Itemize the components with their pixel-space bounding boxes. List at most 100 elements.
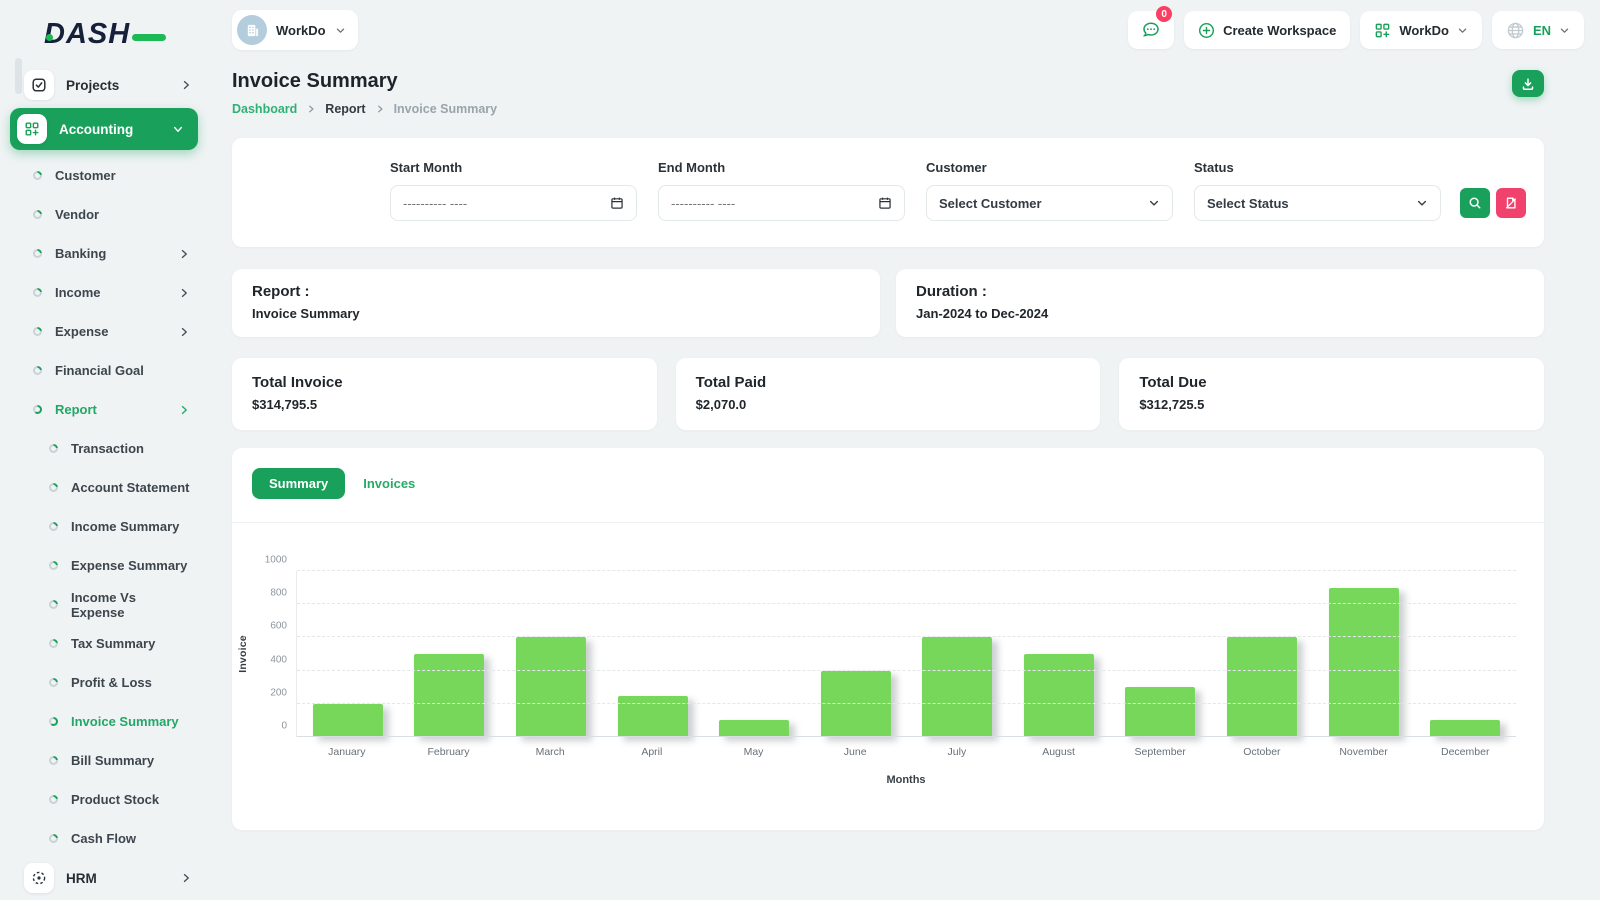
- sidebar-item-label: Financial Goal: [55, 363, 144, 378]
- sidebar-item-bill-summary[interactable]: Bill Summary: [0, 741, 208, 780]
- building-icon: [247, 24, 258, 36]
- sidebar-item-transaction[interactable]: Transaction: [0, 429, 208, 468]
- bar-january[interactable]: [312, 703, 383, 737]
- language-selector[interactable]: EN: [1491, 11, 1584, 49]
- page-title: Invoice Summary: [232, 70, 398, 92]
- bar-band-may: [703, 571, 805, 737]
- download-button[interactable]: [1512, 70, 1544, 97]
- bar-august[interactable]: [1023, 654, 1094, 737]
- tab-summary[interactable]: Summary: [252, 468, 346, 499]
- reset-filter-button[interactable]: [1496, 188, 1526, 218]
- bar-band-july: [906, 571, 1008, 737]
- topbar: WorkDo 0 Create Workspace WorkDo EN: [208, 0, 1600, 50]
- stat-card-1: Total Paid $2,070.0: [675, 358, 1101, 430]
- bullet-icon: [33, 171, 42, 180]
- end-month-input[interactable]: [671, 195, 878, 211]
- stat-card-0: Total Invoice $314,795.5: [232, 358, 657, 430]
- sidebar-item-label: Account Statement: [71, 480, 190, 495]
- sidebar-item-product-stock[interactable]: Product Stock: [0, 780, 208, 819]
- chart-x-axis-label: Months: [886, 774, 926, 786]
- x-tick-label: March: [535, 746, 565, 758]
- sidebar-item-projects[interactable]: Projects: [0, 65, 208, 105]
- sidebar-item-hrm[interactable]: HRM: [0, 858, 208, 898]
- sidebar-item-income[interactable]: Income: [0, 273, 208, 312]
- customer-select[interactable]: Select Customer: [926, 185, 1173, 221]
- bullet-icon: [33, 249, 42, 258]
- sidebar-item-banking[interactable]: Banking: [0, 234, 208, 273]
- app-logo[interactable]: DASH: [0, 8, 208, 65]
- bar-march[interactable]: [515, 637, 586, 737]
- sidebar-item-income-summary[interactable]: Income Summary: [0, 507, 208, 546]
- chart-x-labels: January February March April May June July Augu…: [296, 746, 1516, 758]
- globe-icon: [1507, 22, 1524, 38]
- workspace-switcher[interactable]: WorkDo: [232, 10, 358, 50]
- bullet-icon: [49, 522, 58, 531]
- start-month-input-wrap: [390, 185, 637, 221]
- start-month-input[interactable]: [403, 195, 610, 211]
- sidebar-item-report[interactable]: Report: [0, 390, 208, 429]
- breadcrumb-separator: [306, 104, 316, 114]
- checkbox-icon-box: [24, 70, 54, 100]
- bar-october[interactable]: [1226, 637, 1298, 737]
- bar-may[interactable]: [719, 720, 790, 737]
- messages-button[interactable]: 0: [1128, 6, 1175, 49]
- gridline-1000: [297, 570, 1516, 571]
- calendar-icon[interactable]: [878, 196, 892, 210]
- invoice-chart: Invoice 0 200 400 600 800 1000 January Februar…: [237, 555, 1516, 786]
- sidebar-item-expense-summary[interactable]: Expense Summary: [0, 546, 208, 585]
- sidebar-nav: Projects Accounting Customer Vendor Banking I…: [0, 65, 208, 898]
- apply-filter-button[interactable]: [1460, 188, 1490, 218]
- breadcrumb: Dashboard Report Invoice Summary: [232, 102, 497, 116]
- breadcrumb-item-0[interactable]: Dashboard: [232, 102, 297, 116]
- bar-july[interactable]: [922, 637, 993, 737]
- stat-title: Total Due: [1139, 374, 1207, 391]
- x-tick-label: November: [1339, 746, 1388, 758]
- sidebar-item-income-vs-expense[interactable]: Income Vs Expense: [0, 585, 208, 624]
- bullet-icon: [49, 795, 58, 804]
- bar-december[interactable]: [1430, 720, 1501, 737]
- bullet-icon: [33, 288, 42, 297]
- start-month-label: Start Month: [390, 160, 463, 175]
- breadcrumb-item-1[interactable]: Report: [325, 102, 365, 116]
- sidebar-item-label: Income: [55, 285, 101, 300]
- tab-invoices[interactable]: Invoices: [363, 476, 415, 491]
- sidebar-item-customer[interactable]: Customer: [0, 156, 208, 195]
- workdo-menu-button[interactable]: WorkDo: [1360, 11, 1482, 49]
- bar-band-march: [500, 571, 602, 737]
- status-select[interactable]: Select Status: [1194, 185, 1441, 221]
- sidebar-item-profit-loss[interactable]: Profit & Loss: [0, 663, 208, 702]
- create-workspace-button[interactable]: Create Workspace: [1184, 11, 1351, 49]
- sidebar-item-cash-flow[interactable]: Cash Flow: [0, 819, 208, 858]
- report-title: Report :: [252, 283, 310, 300]
- sidebar-item-financial-goal[interactable]: Financial Goal: [0, 351, 208, 390]
- sidebar-item-expense[interactable]: Expense: [0, 312, 208, 351]
- chevron-down-icon: [173, 126, 183, 132]
- bullet-icon: [49, 756, 58, 765]
- sidebar-scrollbar[interactable]: [15, 58, 22, 94]
- filter-buttons: [1460, 188, 1526, 218]
- x-tick-label: June: [843, 746, 867, 758]
- sidebar-item-invoice-summary[interactable]: Invoice Summary: [0, 702, 208, 741]
- bar-band-april: [602, 571, 704, 737]
- customer-select-value: Select Customer: [939, 195, 1042, 211]
- stat-title: Total Invoice: [252, 374, 343, 391]
- sidebar-item-account-statement[interactable]: Account Statement: [0, 468, 208, 507]
- gridline-400: [297, 669, 1516, 671]
- main-content: WorkDo 0 Create Workspace WorkDo EN Invo…: [208, 0, 1600, 830]
- bar-february[interactable]: [414, 654, 485, 737]
- bar-november[interactable]: [1328, 587, 1399, 737]
- x-tick-label: August: [1042, 746, 1075, 758]
- y-tick-label: 1000: [264, 554, 287, 566]
- end-month-field: End Month: [658, 160, 905, 221]
- bar-april[interactable]: [617, 695, 688, 737]
- chat-badge: 0: [1156, 6, 1173, 22]
- sidebar-item-label: Vendor: [55, 207, 100, 222]
- sidebar-item-label: Expense Summary: [71, 558, 188, 573]
- search-icon: [1469, 197, 1481, 209]
- bar-band-september: [1110, 571, 1212, 737]
- bar-september[interactable]: [1125, 687, 1196, 737]
- sidebar-item-tax-summary[interactable]: Tax Summary: [0, 624, 208, 663]
- sidebar-item-vendor[interactable]: Vendor: [0, 195, 208, 234]
- sidebar-item-accounting[interactable]: Accounting: [10, 108, 198, 150]
- calendar-icon[interactable]: [610, 196, 624, 210]
